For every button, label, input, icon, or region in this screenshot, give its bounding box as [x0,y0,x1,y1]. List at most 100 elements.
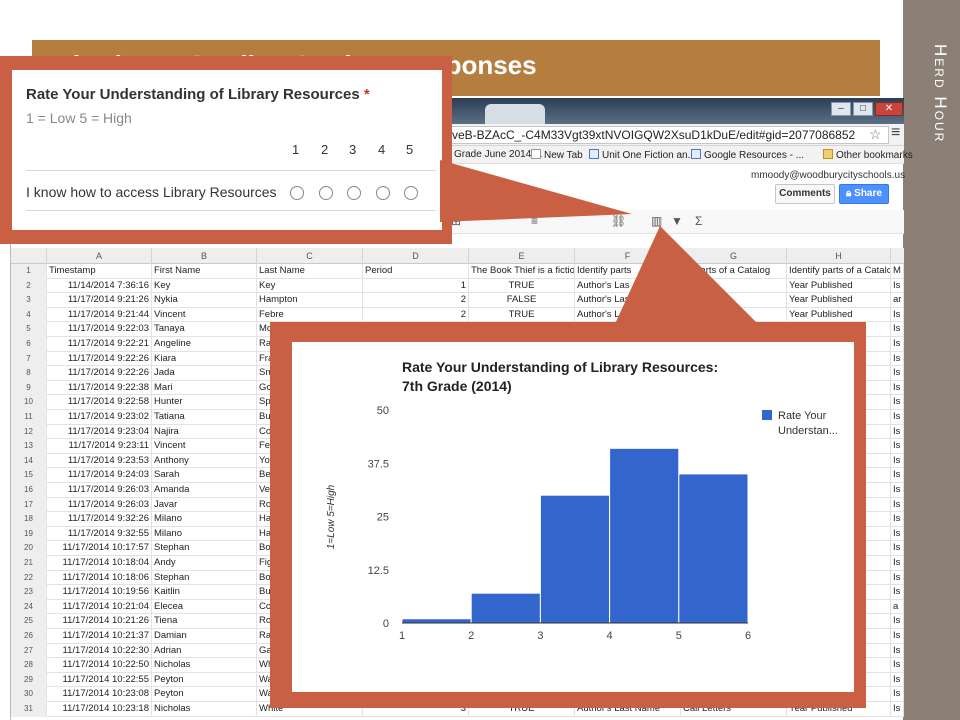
table-cell[interactable]: 11/17/2014 9:32:26 [47,512,152,527]
row-number[interactable]: 15 [11,468,47,483]
functions-icon[interactable]: Σ [695,214,702,228]
column-header[interactable]: A [47,248,152,264]
table-cell[interactable]: Is [891,366,904,381]
table-cell[interactable]: FALSE [469,293,575,308]
column-header[interactable]: F [575,248,681,264]
radio-option-3[interactable] [347,186,361,200]
row-number[interactable]: 13 [11,439,47,454]
table-cell[interactable]: 11/17/2014 10:21:26 [47,614,152,629]
filter-icon[interactable]: ▼ [671,214,683,228]
bookmark-item[interactable]: Google Resources - ... [691,149,804,161]
row-number[interactable]: 3 [11,293,47,308]
table-cell[interactable]: Year Published [787,307,891,323]
table-cell[interactable]: The Book Thief is a fictio [469,264,575,279]
table-cell[interactable]: Is [891,658,904,673]
comments-button[interactable]: Comments [775,184,835,204]
row-number[interactable]: 7 [11,351,47,367]
row-number[interactable]: 10 [11,395,47,410]
table-cell[interactable]: 11/17/2014 10:22:55 [47,672,152,688]
link-icon[interactable]: ⛓ [611,214,626,228]
table-cell[interactable]: Hunter [152,395,257,410]
table-cell[interactable]: Peyton [152,687,257,702]
browser-tab[interactable] [485,104,545,124]
table-cell[interactable]: Kaitlin [152,585,257,600]
table-cell[interactable]: 11/17/2014 9:24:03 [47,468,152,483]
table-cell[interactable]: Is [891,570,904,586]
table-cell[interactable]: Kiara [152,351,257,367]
table-cell[interactable]: Is [891,380,904,396]
table-cell[interactable]: 11/17/2014 9:22:38 [47,380,152,396]
table-cell[interactable]: 11/17/2014 10:19:56 [47,585,152,600]
maximize-icon[interactable]: □ [853,102,873,116]
table-cell[interactable]: Javar [152,497,257,513]
column-header[interactable]: H [787,248,891,264]
column-header[interactable]: E [469,248,575,264]
row-number[interactable]: 28 [11,658,47,673]
close-icon[interactable]: ✕ [875,102,903,116]
bookmark-star-icon[interactable]: ☆ [869,126,882,143]
table-cell[interactable]: 11/17/2014 10:21:37 [47,629,152,644]
chart-icon[interactable]: ▥ [651,214,662,228]
table-cell[interactable]: First Name [152,264,257,279]
table-cell[interactable]: Is [891,702,904,717]
table-cell[interactable]: 11/17/2014 9:26:03 [47,483,152,498]
row-number[interactable]: 31 [11,702,47,717]
table-cell[interactable]: Is [891,483,904,498]
bookmark-folder[interactable]: Other bookmarks [823,149,913,161]
bookmark-item[interactable]: Grade June 2014 ... [454,149,542,160]
table-cell[interactable]: Amanda [152,483,257,498]
table-cell[interactable]: 11/17/2014 10:23:18 [47,702,152,717]
row-number[interactable]: 9 [11,380,47,396]
table-cell[interactable]: Jada [152,366,257,381]
table-cell[interactable]: 11/17/2014 9:21:44 [47,307,152,323]
corner-cell[interactable] [11,248,47,264]
table-cell[interactable]: Is [891,307,904,323]
table-cell[interactable]: 11/17/2014 9:22:26 [47,351,152,367]
table-cell[interactable]: Period [363,264,469,279]
row-number[interactable]: 27 [11,643,47,659]
row-number[interactable]: 12 [11,424,47,440]
table-cell[interactable]: 11/17/2014 9:22:26 [47,366,152,381]
share-button[interactable]: 🔒︎ Share [839,184,889,204]
table-cell[interactable]: Sarah [152,468,257,483]
row-number[interactable]: 16 [11,483,47,498]
table-cell[interactable]: 11/17/2014 10:22:30 [47,643,152,659]
table-cell[interactable]: 11/17/2014 9:32:55 [47,526,152,542]
table-cell[interactable]: Tatiana [152,410,257,425]
table-cell[interactable]: M [891,264,904,279]
table-cell[interactable]: Is [891,351,904,367]
table-cell[interactable]: 2 [363,293,469,308]
table-cell[interactable]: Is [891,614,904,629]
row-number[interactable]: 17 [11,497,47,513]
row-number[interactable]: 19 [11,526,47,542]
table-cell[interactable]: Is [891,541,904,556]
table-cell[interactable]: Is [891,322,904,337]
table-cell[interactable]: 11/17/2014 9:23:11 [47,439,152,454]
table-cell[interactable]: 11/17/2014 10:17:57 [47,541,152,556]
browser-menu-icon[interactable]: ≡ [891,124,900,142]
column-header[interactable]: D [363,248,469,264]
minimize-icon[interactable]: – [831,102,851,116]
table-cell[interactable]: 11/17/2014 10:22:50 [47,658,152,673]
table-cell[interactable]: 11/17/2014 9:26:03 [47,497,152,513]
row-number[interactable]: 26 [11,629,47,644]
radio-option-5[interactable] [404,186,418,200]
table-cell[interactable]: Year Published [787,278,891,294]
table-cell[interactable]: Angeline [152,337,257,352]
column-header[interactable]: C [257,248,363,264]
table-cell[interactable]: TRUE [469,307,575,323]
align-icon[interactable]: ≡ [531,214,538,228]
table-cell[interactable]: 2 [363,307,469,323]
table-cell[interactable]: Key [152,278,257,294]
table-cell[interactable]: 11/17/2014 10:23:08 [47,687,152,702]
table-cell[interactable]: Is [891,424,904,440]
table-cell[interactable]: Is [891,395,904,410]
row-number[interactable]: 1 [11,264,47,279]
row-number[interactable]: 2 [11,278,47,294]
table-cell[interactable]: Stephan [152,541,257,556]
table-cell[interactable]: Key [257,278,363,294]
table-cell[interactable]: Damian [152,629,257,644]
table-cell[interactable]: 11/17/2014 10:18:04 [47,556,152,571]
table-cell[interactable]: 11/17/2014 9:23:04 [47,424,152,440]
table-cell[interactable]: Timestamp [47,264,152,279]
